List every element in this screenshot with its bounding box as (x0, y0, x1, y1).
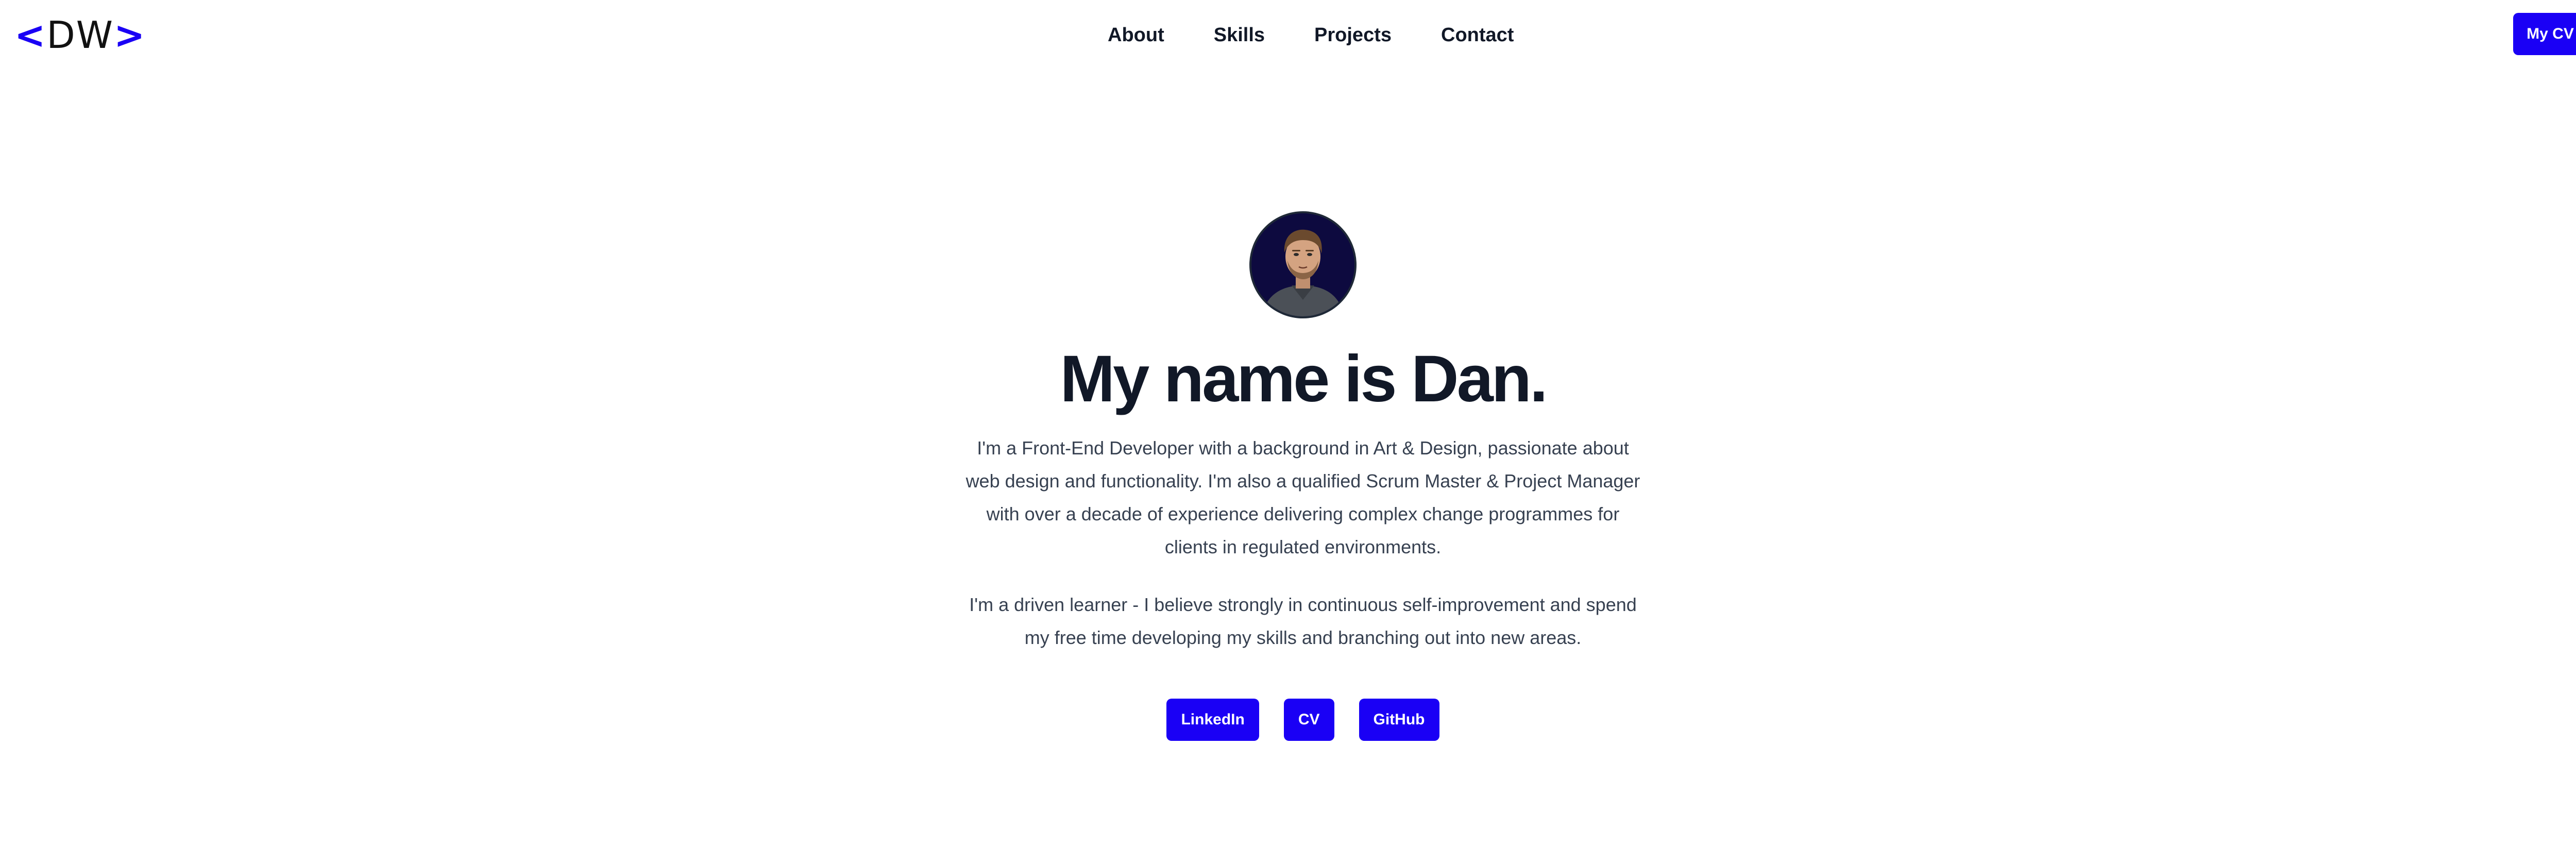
github-button[interactable]: GitHub (1359, 699, 1439, 741)
logo-text: DW (46, 13, 114, 57)
intro-paragraph: I'm a Front-End Developer with a backgro… (965, 437, 1640, 557)
nav-contact[interactable]: Contact (1441, 24, 1514, 46)
site-header: <DW> About Skills Projects Contact My CV (0, 0, 2576, 70)
my-cv-button[interactable]: My CV (2513, 13, 2576, 55)
cv-button[interactable]: CV (1283, 699, 1334, 741)
nav-projects[interactable]: Projects (1314, 24, 1392, 46)
avatar (1249, 211, 1357, 318)
logo-open-bracket: < (14, 13, 47, 57)
hero-section: My name is Dan. I'm a Front-End Develope… (0, 211, 2576, 741)
avatar-illustration-icon (1251, 213, 1354, 316)
nav-skills[interactable]: Skills (1214, 24, 1265, 46)
learner-paragraph: I'm a driven learner - I believe strongl… (969, 594, 1637, 648)
logo-close-bracket: > (113, 13, 146, 57)
logo[interactable]: <DW> (14, 14, 146, 56)
nav-about[interactable]: About (1108, 24, 1164, 46)
social-buttons: LinkedIn CV GitHub (0, 699, 2576, 741)
linkedin-button[interactable]: LinkedIn (1166, 699, 1259, 741)
main-nav: About Skills Projects Contact (1108, 20, 1514, 50)
page-title: My name is Dan. (1060, 342, 1548, 416)
page: <DW> About Skills Projects Contact My CV (0, 0, 2576, 847)
